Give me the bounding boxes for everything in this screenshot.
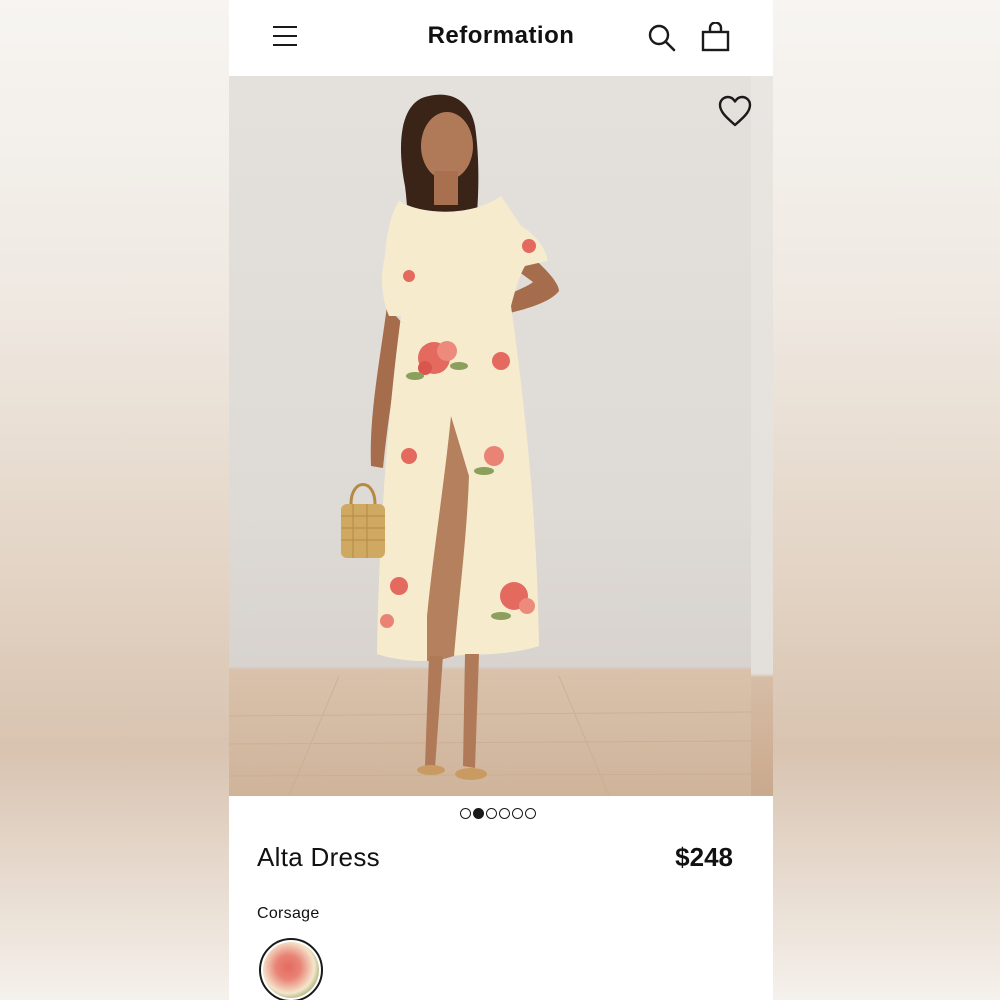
color-swatch-corsage[interactable] [259, 938, 323, 1000]
product-name: Alta Dress [257, 842, 380, 872]
pagination-dot[interactable] [525, 808, 536, 819]
color-label: Corsage [257, 905, 320, 922]
pagination-dot[interactable] [486, 808, 497, 819]
pagination-dot-active[interactable] [473, 808, 484, 819]
pagination-dot[interactable] [512, 808, 523, 819]
bag-icon[interactable] [701, 22, 731, 52]
pagination-dot[interactable] [499, 808, 510, 819]
brand-logo[interactable]: Reformation [229, 22, 773, 50]
background-blur-left [0, 0, 229, 1000]
search-icon[interactable] [647, 23, 677, 53]
product-image[interactable] [229, 76, 751, 796]
pagination-dot[interactable] [460, 808, 471, 819]
floral-swatch-image [263, 942, 319, 998]
background-blur-right [773, 0, 1000, 1000]
model-photo [229, 94, 751, 796]
heart-icon[interactable] [717, 94, 753, 128]
mobile-screen: Reformation Alta Dress $248 Corsage [229, 0, 773, 1000]
top-navigation-bar: Reformation [229, 0, 773, 76]
next-image-peek[interactable] [751, 76, 773, 796]
product-price: $248 [675, 842, 733, 872]
image-pagination[interactable] [460, 808, 536, 820]
